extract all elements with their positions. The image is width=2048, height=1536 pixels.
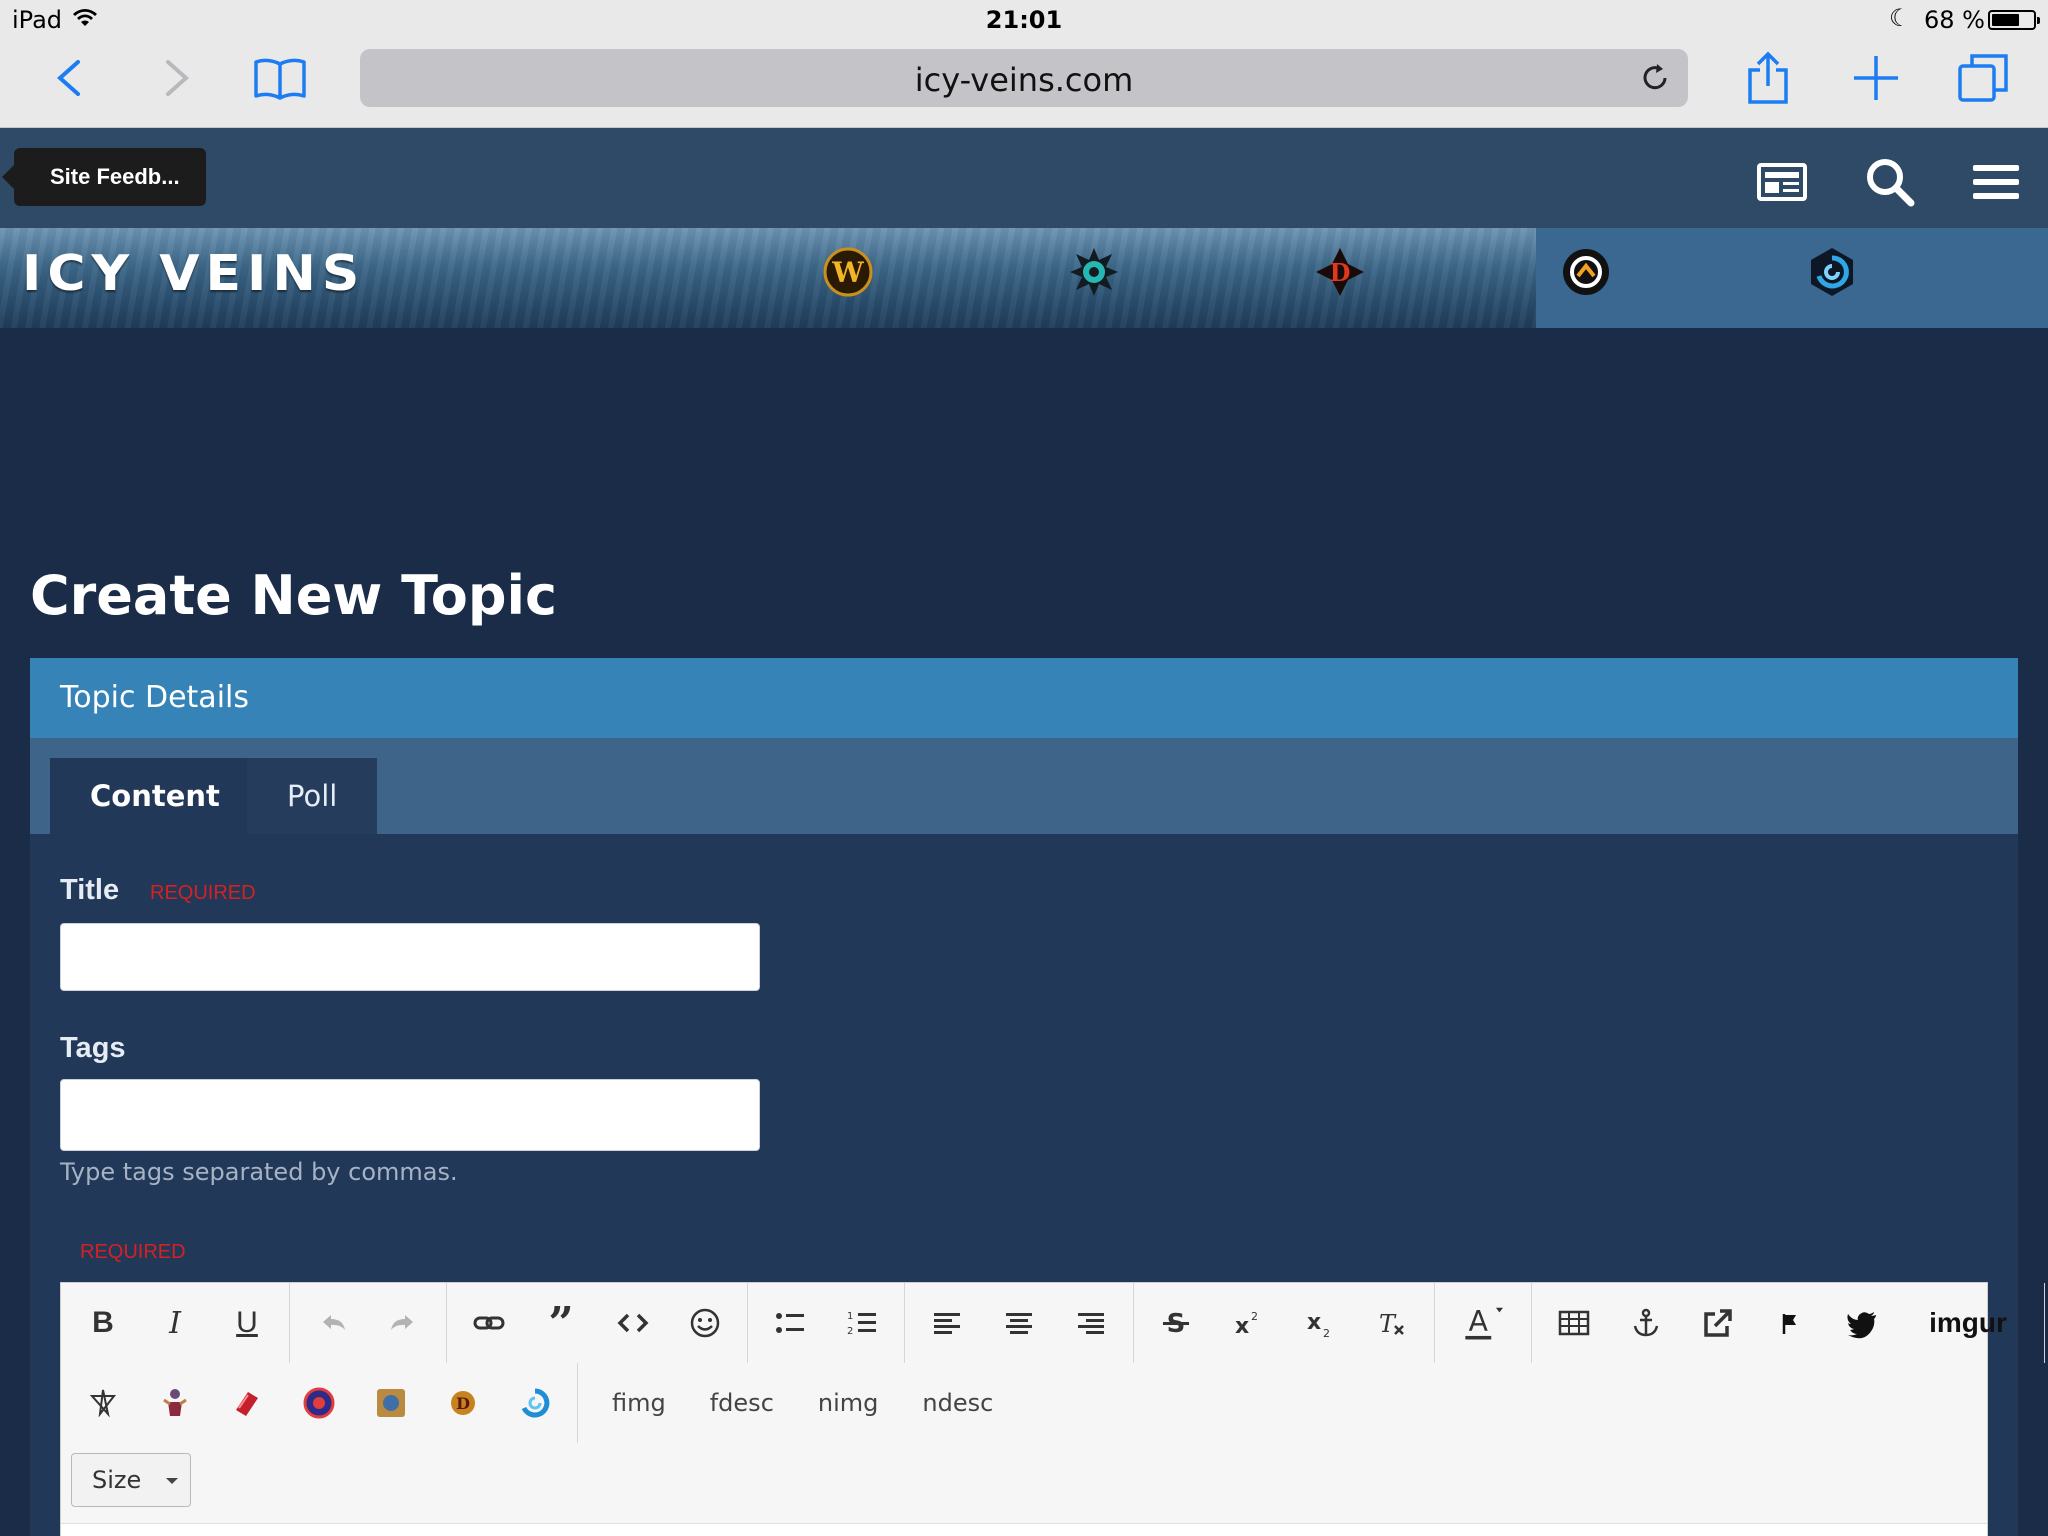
numbered-list-icon[interactable]: 12 xyxy=(826,1293,898,1353)
fdesc-button[interactable]: fdesc xyxy=(688,1373,796,1433)
site-feedback-button[interactable]: Site Feedb... xyxy=(2,148,206,206)
svg-text:2: 2 xyxy=(847,1326,853,1337)
align-right-icon[interactable] xyxy=(1055,1293,1127,1353)
strikethrough-icon[interactable]: S xyxy=(1140,1293,1212,1353)
quote-icon[interactable]: ” xyxy=(525,1293,597,1353)
nimg-button[interactable]: nimg xyxy=(796,1373,901,1433)
svg-text:T: T xyxy=(1379,1310,1397,1338)
clear-format-icon[interactable]: T xyxy=(1356,1293,1428,1353)
card-pack-icon[interactable] xyxy=(211,1373,283,1433)
svg-text:x: x xyxy=(1307,1310,1321,1335)
ndesc-button[interactable]: ndesc xyxy=(900,1373,1015,1433)
text-color-icon[interactable]: A xyxy=(1441,1293,1525,1353)
redo-icon[interactable] xyxy=(368,1293,440,1353)
svg-text:D: D xyxy=(456,1394,470,1413)
editor-toolbar-row-1: B I U ” 12 S x 2 x 2 T A imgur xyxy=(61,1283,2045,1363)
align-center-icon[interactable] xyxy=(983,1293,1055,1353)
tags-input[interactable] xyxy=(60,1079,760,1151)
hearthstone-icon[interactable] xyxy=(1068,246,1120,298)
link-icon[interactable] xyxy=(453,1293,525,1353)
panel-header: Topic Details xyxy=(30,658,2018,738)
news-icon[interactable] xyxy=(1756,156,1808,208)
fimg-button[interactable]: fimg xyxy=(590,1373,688,1433)
tab-poll[interactable]: Poll xyxy=(247,758,378,834)
wow-icon[interactable]: W xyxy=(822,246,874,298)
reload-icon[interactable] xyxy=(1638,61,1672,95)
tab-content[interactable]: Content xyxy=(50,758,260,834)
hearthstone-card-icon[interactable] xyxy=(355,1373,427,1433)
imgur-button[interactable]: imgur xyxy=(1898,1293,2038,1353)
new-tab-icon[interactable] xyxy=(1846,48,1906,108)
url-text: icy-veins.com xyxy=(914,61,1134,99)
svg-text:2: 2 xyxy=(1251,1310,1258,1323)
icy-veins-logo[interactable]: ICY VEINS xyxy=(22,246,365,303)
svg-text:1: 1 xyxy=(847,1311,853,1322)
code-icon[interactable] xyxy=(597,1293,669,1353)
menu-icon[interactable] xyxy=(1970,156,2022,208)
site-header: Site Feedb... xyxy=(0,128,2048,228)
heroes-icon[interactable] xyxy=(1806,246,1858,298)
battery-icon xyxy=(1988,10,2040,30)
forward-icon[interactable] xyxy=(146,48,206,108)
align-left-icon[interactable] xyxy=(911,1293,983,1353)
hero-figure-icon[interactable] xyxy=(139,1373,211,1433)
table-icon[interactable] xyxy=(1538,1293,1610,1353)
bold-button[interactable]: B xyxy=(67,1293,139,1353)
editor-required-badge: REQUIRED xyxy=(80,1241,186,1263)
search-icon[interactable] xyxy=(1864,156,1916,208)
battery-percent: 68 % xyxy=(1924,6,1985,34)
overwatch-icon[interactable] xyxy=(1560,246,1612,298)
svg-text:x: x xyxy=(1235,1314,1249,1339)
tags-label: Tags xyxy=(60,1032,126,1064)
address-bar[interactable]: icy-veins.com xyxy=(360,49,1688,107)
undo-icon[interactable] xyxy=(296,1293,368,1353)
tabs-bar: Content Poll xyxy=(30,738,2018,834)
font-size-select[interactable]: Size xyxy=(71,1453,191,1507)
editor-toolbar-row-2: D fimg fdesc nimg ndesc xyxy=(61,1363,1021,1443)
emoji-icon[interactable] xyxy=(669,1293,741,1353)
svg-text:D: D xyxy=(1330,258,1351,287)
bulleted-list-icon[interactable] xyxy=(754,1293,826,1353)
topic-details-panel: Topic Details Content Poll Title REQUIRE… xyxy=(30,658,2045,1536)
status-time: 21:01 xyxy=(985,6,1063,34)
twitter-icon[interactable] xyxy=(1826,1293,1898,1353)
back-icon[interactable] xyxy=(40,48,100,108)
svg-text:A: A xyxy=(1469,1305,1489,1338)
italic-button[interactable]: I xyxy=(139,1293,211,1353)
bookmarks-icon[interactable] xyxy=(250,48,310,108)
title-input[interactable] xyxy=(60,923,760,991)
moon-icon: ☾ xyxy=(1889,4,1911,32)
tabs-overview-icon[interactable] xyxy=(1954,48,2014,108)
artifact-icon[interactable] xyxy=(67,1373,139,1433)
banner-active-area xyxy=(1536,228,2048,328)
subscript-icon[interactable]: x2 xyxy=(1284,1293,1356,1353)
title-required-badge: REQUIRED xyxy=(150,882,256,904)
diablo-icon[interactable]: D xyxy=(1314,246,1366,298)
underline-button[interactable]: U xyxy=(211,1293,283,1353)
page-title: Create New Topic xyxy=(30,564,558,627)
flag-icon[interactable] xyxy=(1754,1293,1826,1353)
class-crest-icon[interactable] xyxy=(283,1373,355,1433)
browser-chrome: iPad 21:01 ☾ 68 % icy-veins.com xyxy=(0,0,2048,128)
share-icon[interactable] xyxy=(1738,48,1798,108)
svg-text:W: W xyxy=(831,256,864,289)
superscript-icon[interactable]: x2 xyxy=(1212,1293,1284,1353)
diablo-small-icon[interactable]: D xyxy=(427,1373,499,1433)
svg-text:2: 2 xyxy=(1323,1327,1330,1340)
editor-text-area[interactable] xyxy=(61,1523,1987,1536)
anchor-icon[interactable] xyxy=(1610,1293,1682,1353)
tags-hint: Type tags separated by commas. xyxy=(60,1158,458,1186)
heroes-small-icon[interactable] xyxy=(499,1373,571,1433)
rich-text-editor: B I U ” 12 S x 2 x 2 T A imgur D fimg fd… xyxy=(60,1282,2045,1536)
external-link-icon[interactable] xyxy=(1682,1293,1754,1353)
title-label: Title xyxy=(60,874,120,906)
